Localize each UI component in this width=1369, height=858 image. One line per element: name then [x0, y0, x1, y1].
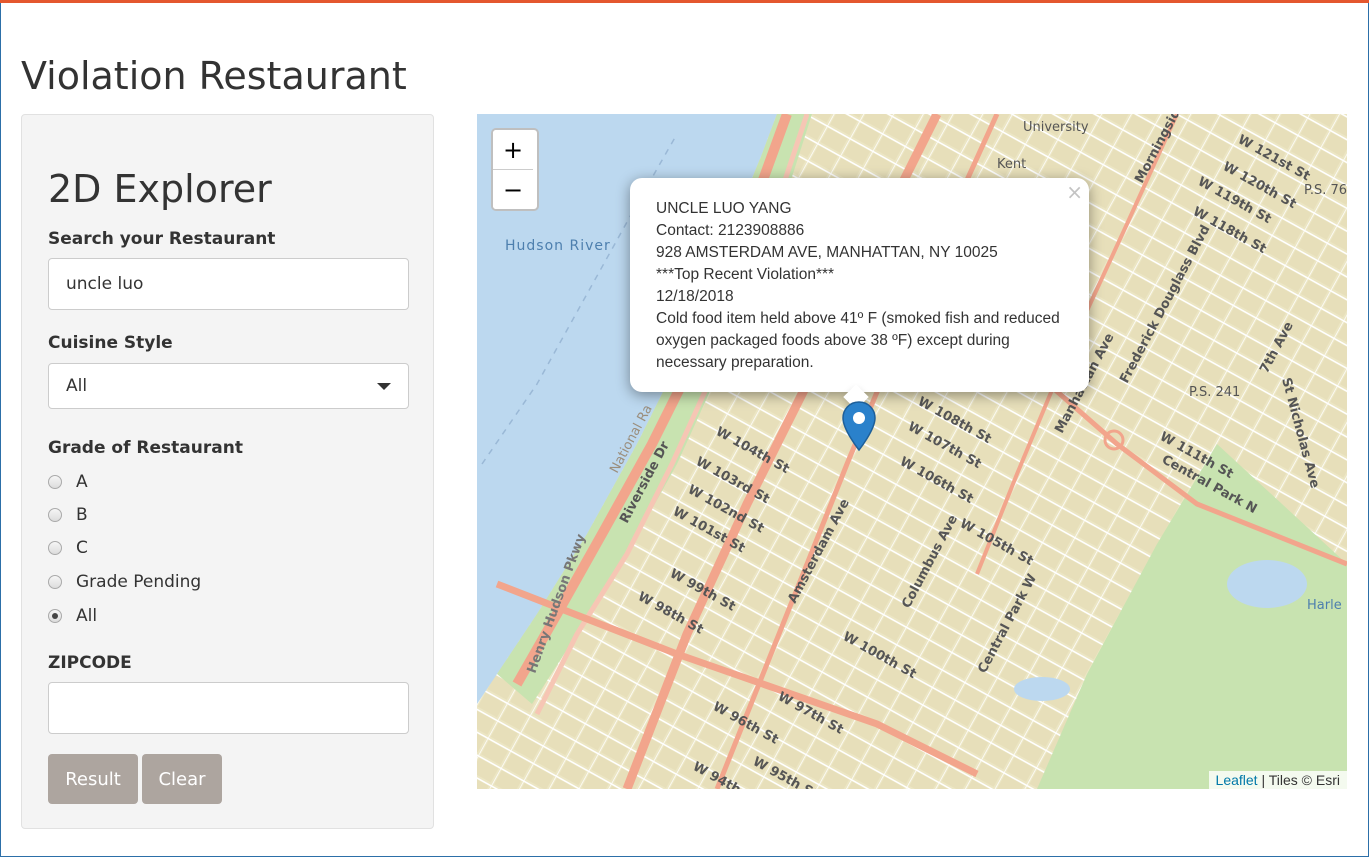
map-label-hudson-river: Hudson River: [505, 238, 611, 254]
grade-option-c[interactable]: C: [48, 538, 88, 558]
map-label-ps76: P.S. 76: [1304, 183, 1347, 198]
zoom-out-button[interactable]: −: [493, 169, 533, 209]
map-label-university: University: [1023, 120, 1089, 135]
harlem-meer-water: [1227, 560, 1307, 608]
close-icon[interactable]: ×: [1066, 181, 1083, 203]
radio-button[interactable]: [48, 541, 62, 555]
zoom-in-button[interactable]: +: [493, 130, 533, 169]
radio-button[interactable]: [48, 575, 62, 589]
radio-button-selected[interactable]: [48, 609, 62, 623]
popup-contact: Contact: 2123908886: [656, 222, 805, 239]
search-input[interactable]: [48, 258, 409, 310]
attribution-text: | Tiles © Esri: [1257, 772, 1340, 788]
grade-option-label: C: [76, 538, 88, 558]
clear-button[interactable]: Clear: [142, 754, 222, 804]
sidebar-panel: 2D Explorer Search your Restaurant Cuisi…: [21, 114, 434, 829]
top-accent-bar: [0, 0, 1369, 3]
cuisine-label: Cuisine Style: [48, 333, 173, 353]
grade-option-pending[interactable]: Grade Pending: [48, 572, 201, 592]
grade-label: Grade of Restaurant: [48, 438, 243, 458]
radio-button[interactable]: [48, 475, 62, 489]
zipcode-label: ZIPCODE: [48, 653, 132, 673]
chevron-down-icon: [377, 382, 391, 390]
leaflet-link[interactable]: Leaflet: [1216, 772, 1258, 788]
park-pond: [1014, 677, 1070, 701]
page-title: Violation Restaurant: [21, 54, 407, 98]
grade-option-all[interactable]: All: [48, 606, 97, 626]
grade-option-label: A: [76, 472, 88, 492]
popup-description: Cold food item held above 41º F (smoked …: [656, 310, 1060, 371]
map-view[interactable]: Hudson River University Kent W 121st St …: [477, 114, 1347, 789]
map-label-harlem: Harle Mee: [1307, 598, 1347, 613]
search-label: Search your Restaurant: [48, 229, 276, 249]
map-marker-icon[interactable]: [841, 400, 877, 454]
zoom-control: + −: [491, 128, 539, 211]
map-attribution: Leaflet | Tiles © Esri: [1208, 771, 1347, 789]
grade-option-label: B: [76, 505, 88, 525]
popup-date: 12/18/2018: [656, 288, 734, 305]
grade-option-b[interactable]: B: [48, 505, 88, 525]
map-label-ps241: P.S. 241: [1189, 385, 1240, 400]
zipcode-input[interactable]: [48, 682, 409, 734]
popup-address: 928 AMSTERDAM AVE, MANHATTAN, NY 10025: [656, 244, 998, 261]
map-popup: × UNCLE LUO YANG Contact: 2123908886 928…: [630, 178, 1089, 410]
cuisine-selected-value: All: [66, 376, 88, 396]
map-label-kent: Kent: [997, 157, 1026, 172]
radio-button[interactable]: [48, 508, 62, 522]
grade-option-label: All: [76, 606, 98, 626]
popup-violation-header: ***Top Recent Violation***: [656, 266, 835, 283]
popup-restaurant-name: UNCLE LUO YANG: [656, 200, 792, 217]
sidebar-heading: 2D Explorer: [48, 167, 272, 211]
grade-option-label: Grade Pending: [76, 572, 202, 592]
grade-option-a[interactable]: A: [48, 472, 88, 492]
cuisine-select[interactable]: All: [48, 363, 409, 409]
result-button[interactable]: Result: [48, 754, 138, 804]
